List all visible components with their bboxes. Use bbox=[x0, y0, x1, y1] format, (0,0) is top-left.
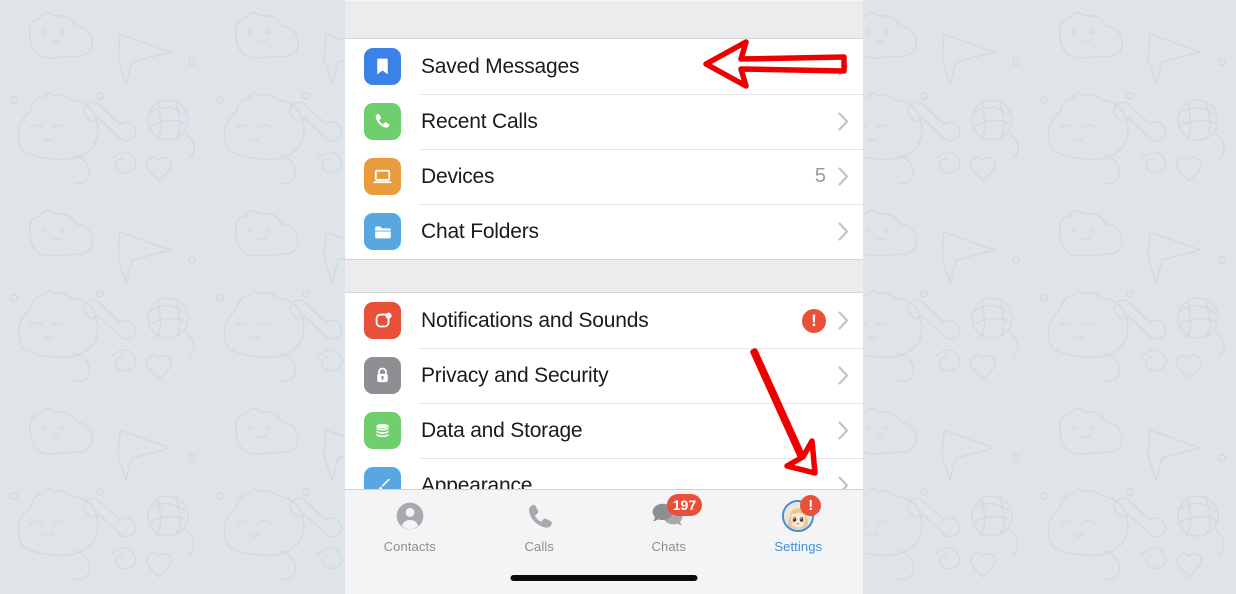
settings-row-label: Recent Calls bbox=[421, 109, 538, 133]
chevron-right-icon bbox=[838, 112, 849, 131]
settings-list: Saved Messages Recent Calls Devices 5 Ch… bbox=[345, 39, 863, 513]
phone-handset-icon bbox=[517, 497, 561, 535]
tab-label: Contacts bbox=[383, 539, 436, 554]
database-icon bbox=[364, 412, 401, 449]
notification-bell-icon bbox=[364, 302, 401, 339]
lock-icon bbox=[364, 357, 401, 394]
chevron-right-icon bbox=[838, 167, 849, 186]
settings-section-2: Notifications and Sounds ! Privacy and S… bbox=[345, 293, 863, 513]
tab-label: Calls bbox=[524, 539, 554, 554]
home-indicator[interactable] bbox=[510, 575, 698, 581]
tab-settings[interactable]: ! Settings bbox=[734, 495, 864, 563]
settings-row-value: 5 bbox=[814, 165, 826, 187]
settings-row-label: Data and Storage bbox=[421, 418, 583, 442]
settings-row-label: Privacy and Security bbox=[421, 363, 609, 387]
settings-row-saved-messages[interactable]: Saved Messages bbox=[345, 39, 863, 94]
settings-row-devices[interactable]: Devices 5 bbox=[345, 149, 863, 204]
tab-chats[interactable]: 197 Chats bbox=[604, 494, 734, 563]
phone-screen: Saved Messages Recent Calls Devices 5 Ch… bbox=[345, 0, 863, 594]
user-avatar: ! bbox=[776, 495, 822, 535]
screen-top-gap bbox=[345, 3, 863, 39]
chevron-right-icon bbox=[838, 222, 849, 241]
settings-row-label: Devices bbox=[421, 164, 495, 188]
settings-section-1: Saved Messages Recent Calls Devices 5 Ch… bbox=[345, 39, 863, 259]
settings-row-label: Chat Folders bbox=[421, 219, 539, 243]
chat-bubbles-icon: 197 bbox=[647, 494, 703, 535]
person-circle-icon bbox=[388, 497, 432, 535]
chevron-right-icon bbox=[838, 57, 849, 76]
tab-contacts[interactable]: Contacts bbox=[345, 497, 475, 563]
settings-row-data-and-storage[interactable]: Data and Storage bbox=[345, 403, 863, 458]
settings-alert-badge: ! bbox=[800, 495, 822, 516]
settings-row-label: Notifications and Sounds bbox=[421, 308, 649, 332]
tab-label: Settings bbox=[774, 539, 823, 554]
chevron-right-icon bbox=[838, 311, 849, 330]
tab-label: Chats bbox=[651, 539, 686, 554]
settings-row-label: Saved Messages bbox=[421, 54, 580, 78]
chevron-right-icon bbox=[838, 366, 849, 385]
bookmark-icon bbox=[364, 48, 401, 85]
status-badge-alert: ! bbox=[802, 308, 826, 333]
phone-icon bbox=[364, 103, 401, 140]
settings-row-privacy-and-security[interactable]: Privacy and Security bbox=[345, 348, 863, 403]
settings-section-divider bbox=[345, 259, 863, 293]
settings-row-recent-calls[interactable]: Recent Calls bbox=[345, 94, 863, 149]
chevron-right-icon bbox=[838, 421, 849, 440]
tab-calls[interactable]: Calls bbox=[475, 497, 605, 563]
laptop-icon bbox=[364, 158, 401, 195]
chats-unread-badge: 197 bbox=[666, 494, 703, 516]
settings-row-chat-folders[interactable]: Chat Folders bbox=[345, 204, 863, 259]
settings-row-notifications-and-sounds[interactable]: Notifications and Sounds ! bbox=[345, 293, 863, 348]
bottom-tab-bar: Contacts Calls 197 Chats ! Settings bbox=[345, 489, 863, 594]
folder-icon bbox=[364, 213, 401, 250]
